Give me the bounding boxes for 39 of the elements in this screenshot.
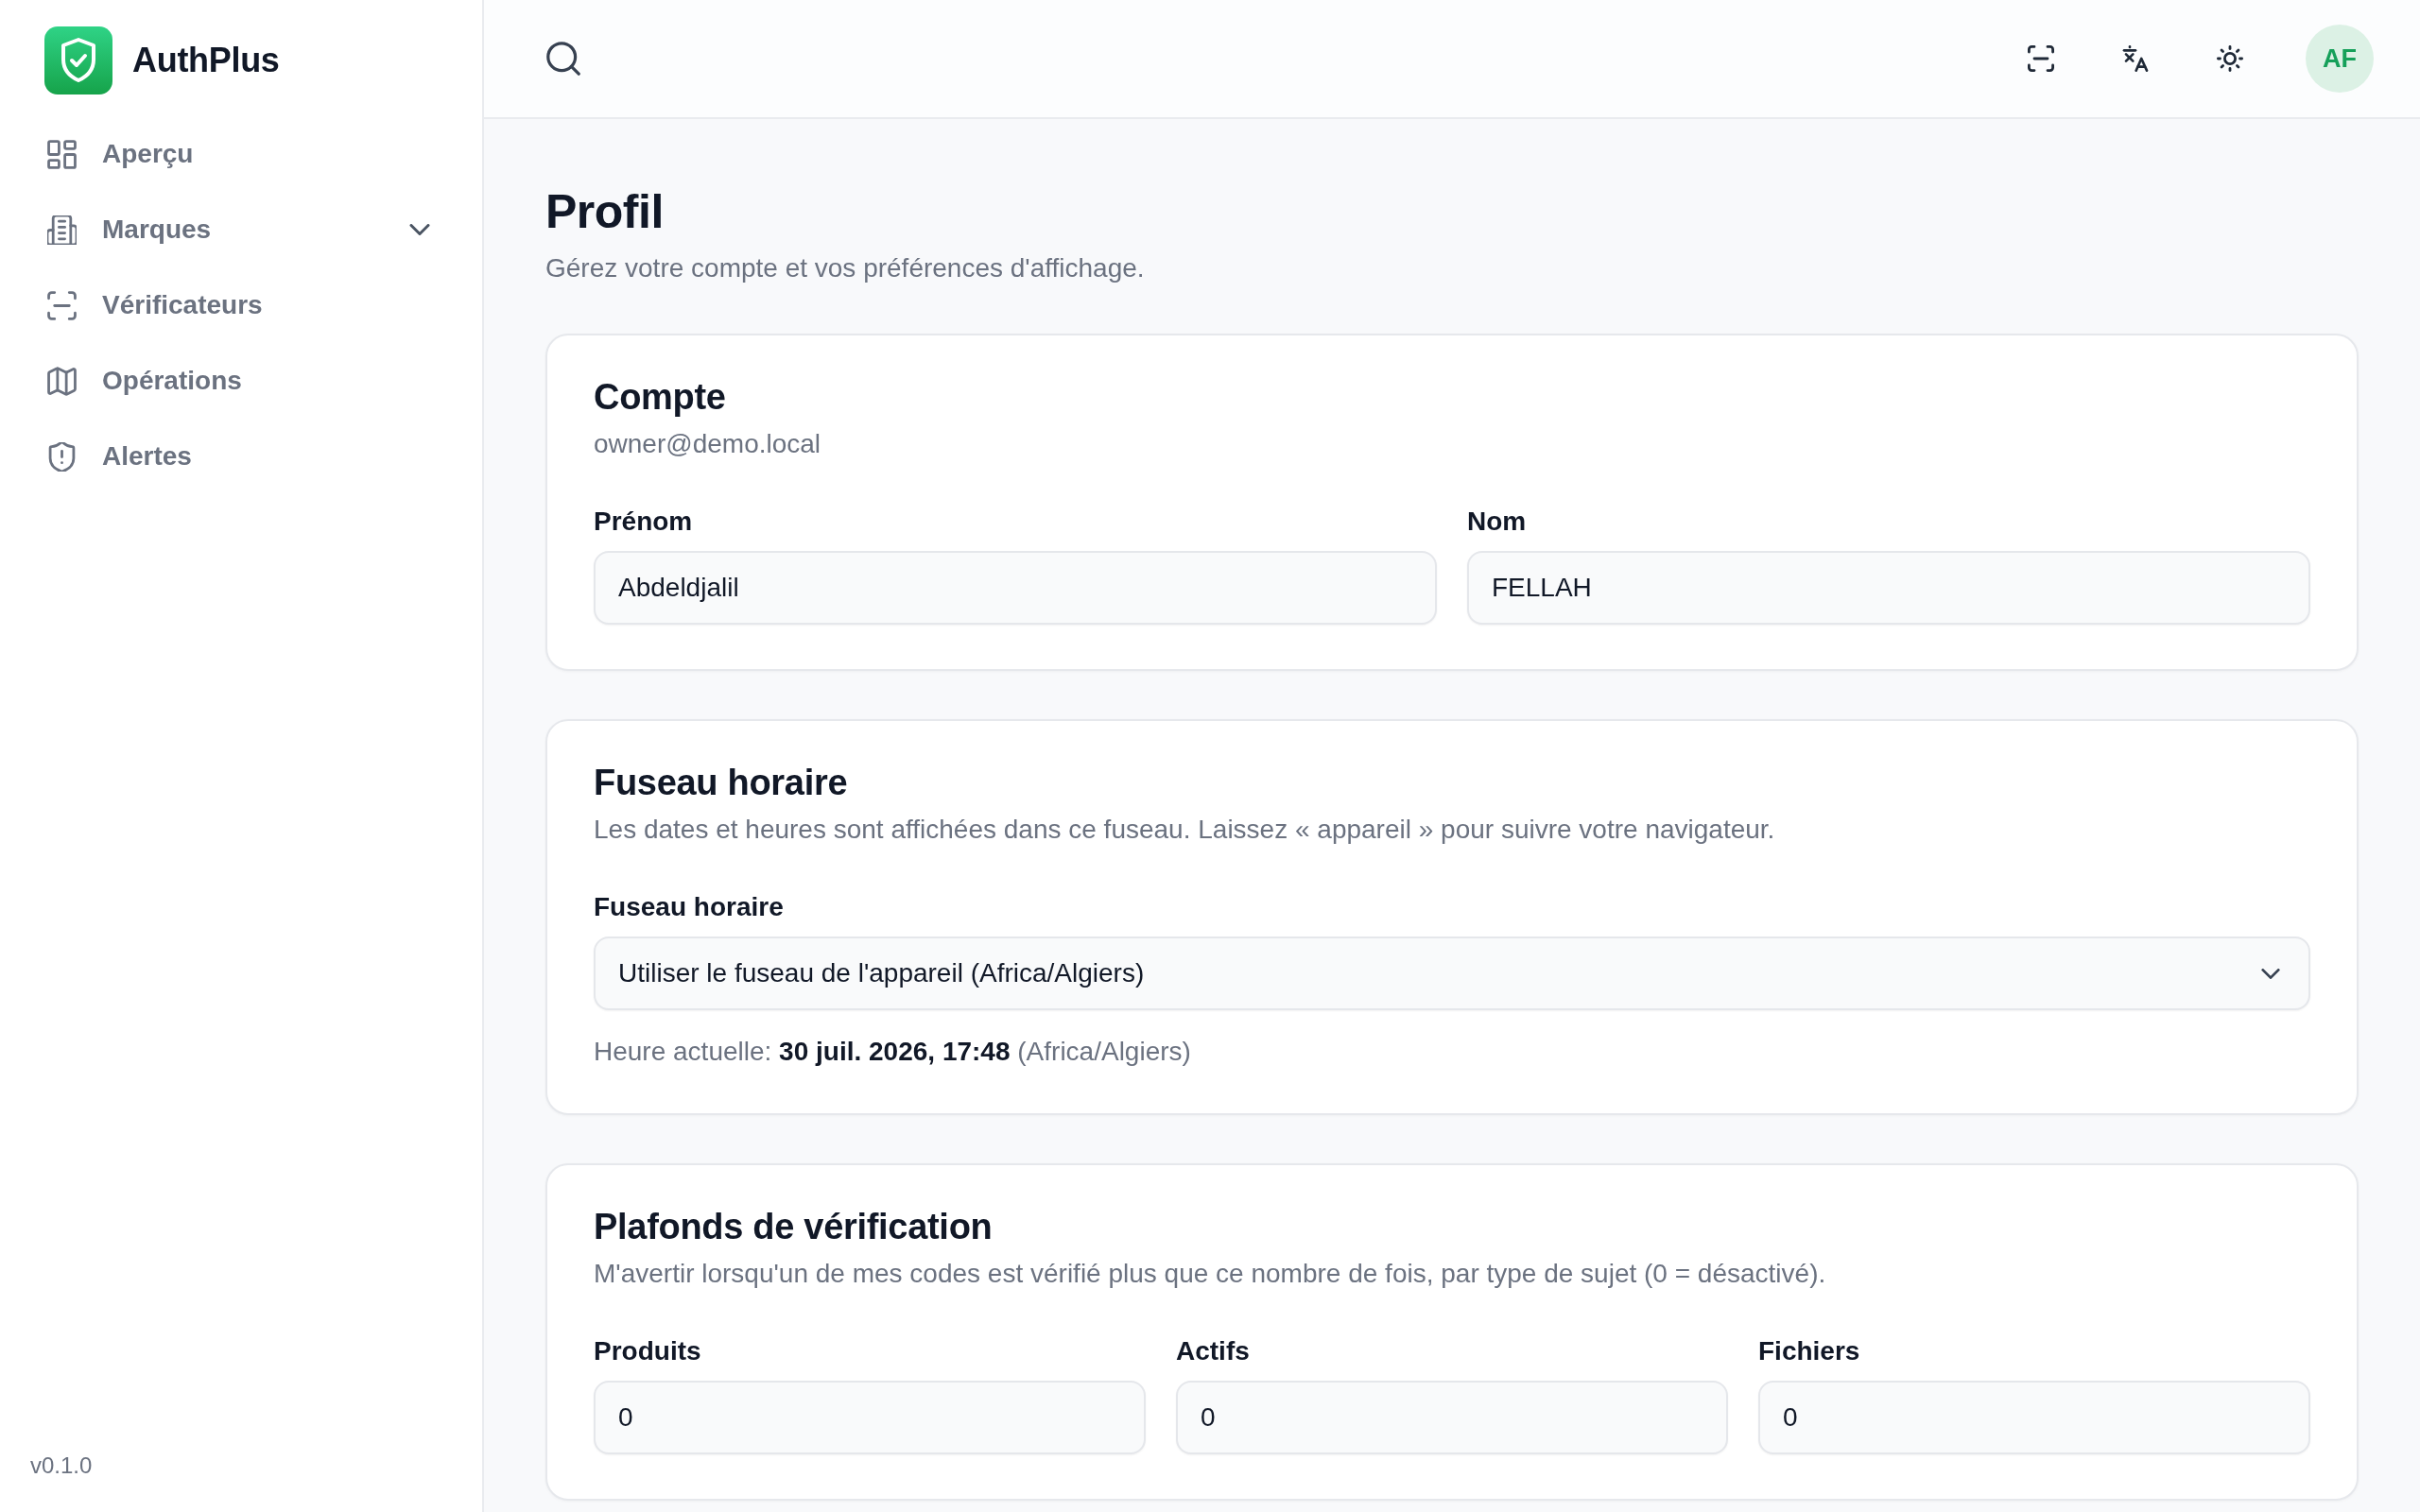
page-subtitle: Gérez votre compte et vos préférences d'affichage. <box>545 252 1146 284</box>
field-label: Produits <box>594 1335 702 1367</box>
card-description: M'avertir lorsqu'un de mes codes est vérifié plus que ce nombre de fois, par type de sujet (0 = désactivé). <box>594 1258 1827 1290</box>
sidebar-item[interactable]: Aperçu <box>23 116 459 192</box>
card-description: Les dates et heures sont affichées dans ce fuseau. Laissez « appareil » pour suivre votre navigateur. <box>594 814 1776 846</box>
text-field[interactable]: FELLAH <box>1467 551 2310 625</box>
search-icon <box>546 42 580 76</box>
card-title: Fuseau horaire <box>594 762 849 804</box>
field-label: Actifs <box>1176 1335 1251 1367</box>
translate-icon <box>2122 45 2149 72</box>
card-title: Compte <box>594 376 727 419</box>
page-title: Profil <box>545 184 665 240</box>
field-label: Fichiers <box>1758 1335 1861 1367</box>
shield-logo-icon <box>44 26 112 94</box>
shield-exclamation-icon <box>47 441 77 472</box>
sidebar-item[interactable]: Marques <box>23 192 459 267</box>
sidebar-item[interactable]: Alertes <box>23 419 459 494</box>
text-field[interactable]: 0 <box>594 1381 1146 1454</box>
current-time-text: Heure actuelle: 30 juil. 2026, 17:48 (Africa/Algiers) <box>594 1036 1192 1068</box>
sidebar-item[interactable]: Vérificateurs <box>23 267 459 343</box>
map-icon <box>47 366 77 396</box>
chevron-down-icon <box>2261 968 2280 979</box>
brand-name: AuthPlus <box>132 41 280 80</box>
field-label: Nom <box>1467 506 1528 538</box>
building-icon <box>47 215 77 245</box>
select-field[interactable]: Utiliser le fuseau de l'appareil (Africa/Algiers) <box>594 936 2310 1010</box>
version-text: v0.1.0 <box>29 1452 94 1480</box>
text-field[interactable]: 0 <box>1176 1381 1728 1454</box>
card-description: owner@demo.local <box>594 428 822 460</box>
scan-icon <box>2028 45 2054 72</box>
grid-icon <box>47 139 77 169</box>
field-label: Fuseau horaire <box>594 891 785 923</box>
card-title: Plafonds de vérification <box>594 1206 994 1248</box>
sidebar-item[interactable]: Opérations <box>23 343 459 419</box>
scan-icon <box>47 290 77 320</box>
text-field[interactable]: Abdeldjalil <box>594 551 1437 625</box>
field-label: Prénom <box>594 506 694 538</box>
sun-icon <box>2217 45 2243 72</box>
text-field[interactable]: 0 <box>1758 1381 2310 1454</box>
